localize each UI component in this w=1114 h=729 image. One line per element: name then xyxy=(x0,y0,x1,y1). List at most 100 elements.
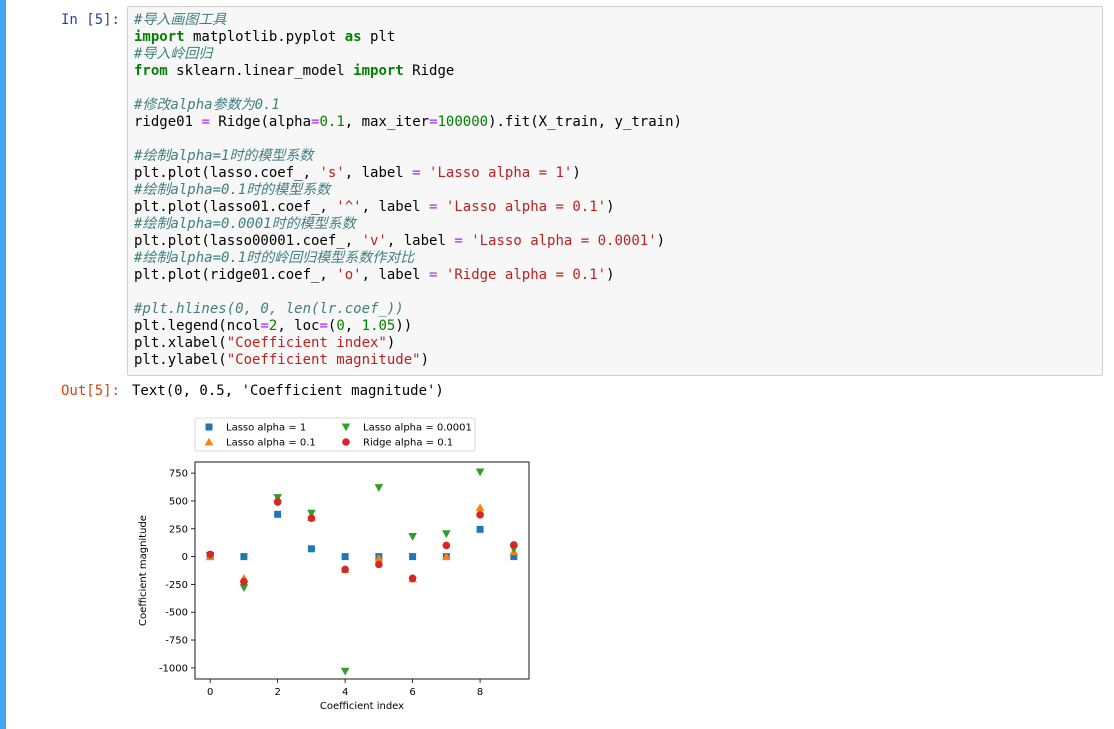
legend-marker xyxy=(205,423,213,431)
code-token: = xyxy=(429,114,438,130)
code-token: '^' xyxy=(336,199,362,215)
code-token: plt.plot(lasso.coef_, xyxy=(134,165,320,181)
code-token: import xyxy=(134,29,185,45)
code-token: #绘制alpha=1时的模型系数 xyxy=(134,148,314,164)
y-axis-label: Coefficient magnitude xyxy=(138,515,149,626)
code-token: , label xyxy=(361,267,430,283)
code-line: plt.plot(ridge01.coef_, 'o', label = 'Ri… xyxy=(134,267,682,284)
data-point xyxy=(409,553,417,561)
code-token: ridge01 xyxy=(134,114,202,130)
code-token: = xyxy=(454,233,463,249)
code-token: 's' xyxy=(319,165,345,181)
code-token: = xyxy=(412,165,421,181)
code-token: plt.plot(ridge01.coef_, xyxy=(134,267,337,283)
data-point xyxy=(341,553,349,561)
code-token: 'Lasso alpha = 0.0001' xyxy=(471,233,657,249)
x-tick-label: 2 xyxy=(274,687,280,698)
code-token: plt xyxy=(361,29,396,45)
input-prompt: In [5]: xyxy=(60,12,120,28)
y-tick-label: -750 xyxy=(165,636,188,647)
code-token: , label xyxy=(344,165,413,181)
code-token: "Coefficient magnitude" xyxy=(226,352,421,368)
data-point xyxy=(206,550,214,559)
code-token: 'Ridge alpha = 0.1' xyxy=(445,267,607,283)
code-token: plt.plot(lasso00001.coef_, xyxy=(134,233,362,249)
y-tick-label: 500 xyxy=(169,496,188,507)
y-tick-label: -1000 xyxy=(159,663,188,674)
code-token: #修改alpha参数为0.1 xyxy=(134,97,280,113)
legend-label: Lasso alpha = 1 xyxy=(226,423,306,434)
output-text: Text(0, 0.5, 'Coefficient magnitude') xyxy=(132,383,444,399)
code-token: #绘制alpha=0.0001时的模型系数 xyxy=(134,216,356,232)
y-tick-label: 0 xyxy=(182,552,188,563)
legend-label: Lasso alpha = 0.1 xyxy=(226,438,316,449)
code-line: #绘制alpha=0.1时的模型系数 xyxy=(134,182,682,199)
code-line: #导入画图工具 xyxy=(134,12,682,29)
plot-axes-frame xyxy=(194,461,530,680)
coefficient-plot: 750 500 250 0 -250 -500 -750 -1000 0 2 4 6 8 Coeffici… xyxy=(138,417,530,712)
code-token: , max_iter xyxy=(344,114,430,130)
code-input-area[interactable]: #导入画图工具 import matplotlib.pyplot as plt #导… xyxy=(127,6,1103,376)
code-token: import xyxy=(353,63,404,79)
x-tick-label: 8 xyxy=(477,687,483,698)
code-token: = xyxy=(260,318,269,334)
code-token: , label xyxy=(361,199,430,215)
code-token: Ridge xyxy=(403,63,455,79)
code-line: plt.plot(lasso01.coef_, '^', label = 'La… xyxy=(134,199,682,216)
code-token: , xyxy=(344,318,362,334)
code-token: ) xyxy=(656,233,666,249)
code-token: 'o' xyxy=(336,267,362,283)
code-token: 'v' xyxy=(361,233,387,249)
data-point xyxy=(476,511,484,519)
code-token: matplotlib.pyplot xyxy=(184,29,345,45)
code-token: 'Lasso alpha = 0.1' xyxy=(445,199,607,215)
data-point xyxy=(274,510,282,518)
code-token: , label xyxy=(386,233,455,249)
data-point xyxy=(240,553,248,561)
data-point xyxy=(341,565,349,574)
cell-selection-bar xyxy=(0,0,6,729)
y-tick-label: -500 xyxy=(165,608,188,619)
code-line: #plt.hlines(0, 0, len(lr.coef_)) xyxy=(134,301,682,318)
code-token: as xyxy=(344,29,362,45)
code-line: from sklearn.linear_model import Ridge xyxy=(134,63,682,80)
code-line: import matplotlib.pyplot as plt xyxy=(134,29,682,46)
code-token: , loc xyxy=(277,318,320,334)
code-token: 'Lasso alpha = 1' xyxy=(429,165,573,181)
data-point xyxy=(510,541,518,549)
code-line: plt.ylabel("Coefficient magnitude") xyxy=(134,352,682,369)
code-token: ) xyxy=(606,267,615,283)
data-point xyxy=(307,514,316,522)
code-token: ) xyxy=(572,165,581,181)
code-token: plt.legend(ncol xyxy=(134,318,261,334)
code-line: #修改alpha参数为0.1 xyxy=(134,97,682,114)
code-token: )) xyxy=(395,318,413,334)
code-token: 100000 xyxy=(437,114,489,130)
code-token: sklearn.linear_model xyxy=(167,63,354,79)
code-token: ) xyxy=(420,352,430,368)
y-tick-label: 750 xyxy=(169,469,188,480)
y-tick-label: 250 xyxy=(169,524,188,535)
code-token: = xyxy=(319,318,328,334)
x-axis-label: Coefficient index xyxy=(320,701,404,712)
data-point xyxy=(273,498,282,506)
code-editor[interactable]: #导入画图工具 import matplotlib.pyplot as plt #导… xyxy=(134,12,682,369)
code-token: Ridge(alpha xyxy=(209,114,312,130)
code-line: #导入岭回归 xyxy=(134,46,682,63)
code-line: #绘制alpha=1时的模型系数 xyxy=(134,148,682,165)
data-point xyxy=(476,525,484,533)
data-point xyxy=(442,541,451,550)
code-token: #plt.hlines(0, 0, len(lr.coef_)) xyxy=(134,301,404,317)
code-token: #绘制alpha=0.1时的岭回归模型系数作对比 xyxy=(134,250,415,266)
code-line: ridge01 = Ridge(alpha=0.1, max_iter=1000… xyxy=(134,114,682,131)
legend-label: Lasso alpha = 0.0001 xyxy=(363,423,472,434)
y-tick-label: -250 xyxy=(165,580,188,591)
code-token: 0 xyxy=(336,318,345,334)
code-token: plt.plot(lasso01.coef_, xyxy=(134,199,337,215)
code-line: #绘制alpha=0.0001时的模型系数 xyxy=(134,216,682,233)
legend-marker xyxy=(342,438,350,446)
